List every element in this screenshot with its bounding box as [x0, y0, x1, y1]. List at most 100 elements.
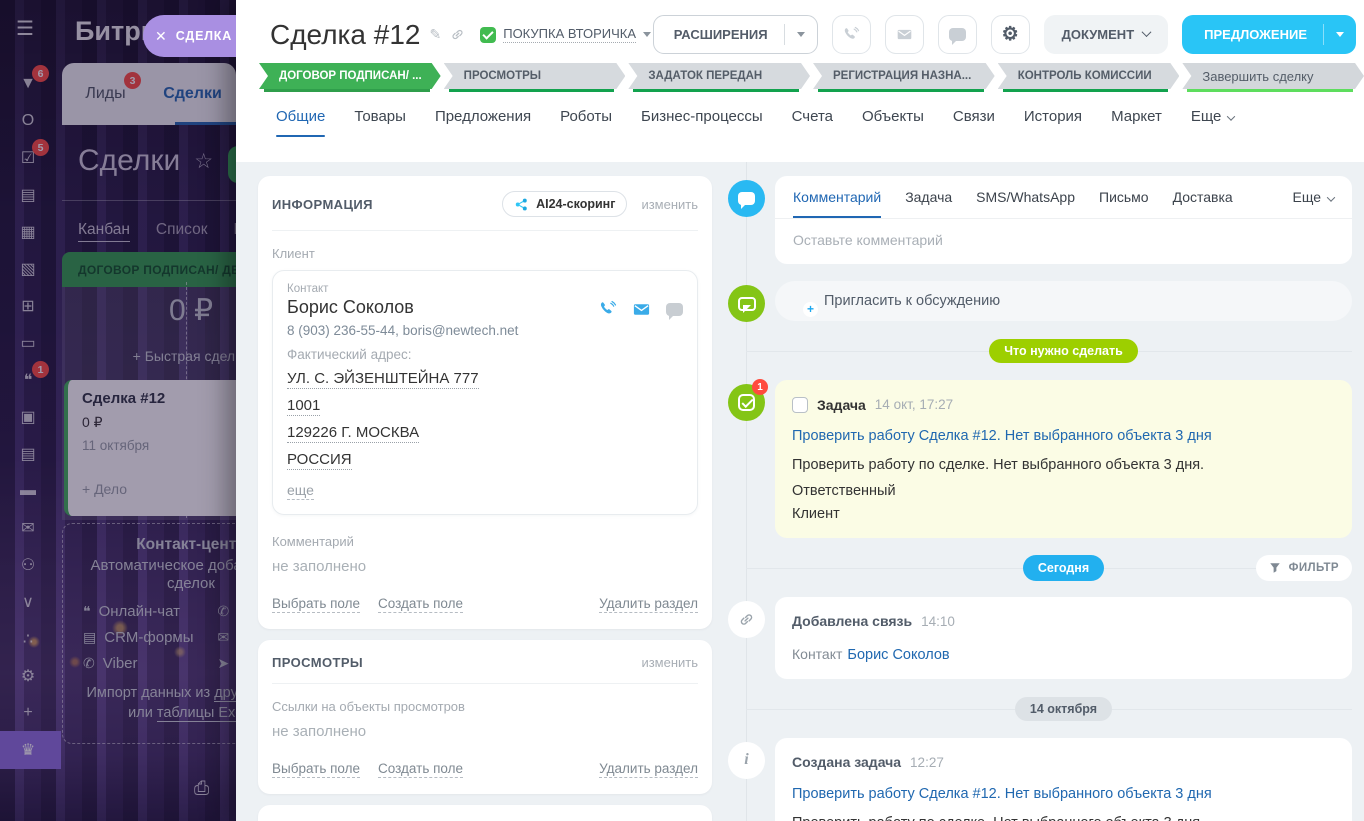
task-checkbox[interactable] — [792, 396, 808, 413]
chevron-down-icon — [1141, 27, 1152, 38]
edit-section-link[interactable]: изменить — [641, 655, 698, 670]
tab[interactable]: Счета — [792, 108, 833, 137]
ai-share-icon — [515, 198, 527, 210]
entry-title: Создана задача — [792, 754, 902, 771]
more-link[interactable]: еще — [287, 482, 314, 500]
gear-icon: ⚙ — [1001, 24, 1019, 45]
date-pill: 14 октября — [1014, 696, 1113, 721]
section-needs: ПОТРЕБНОСТИ изменить — [258, 805, 712, 821]
chevron-down-icon — [643, 32, 652, 37]
address-line[interactable]: РОССИЯ — [287, 451, 352, 470]
task-body: Проверить работу по сделке. Нет выбранно… — [792, 813, 1335, 821]
client-label: Клиент — [792, 505, 840, 522]
invite-button[interactable]: + Пригласить к обсуждению — [775, 281, 1352, 321]
tab[interactable]: Маркет — [1111, 108, 1162, 137]
timeline: Комментарий Задача SMS/WhatsApp Письмо Д… — [712, 162, 1364, 821]
app: ☰ Битрикс24 ▼ 6 О ☑ 5 ▤ — [0, 0, 1364, 821]
pipeline-stage[interactable]: КОНТРОЛЬ КОМИССИИ — [998, 63, 1180, 92]
settings-button[interactable]: ⚙ — [990, 15, 1030, 54]
todo-separator: Что нужно сделать — [746, 338, 1352, 364]
discussion-icon — [728, 285, 765, 322]
delete-section-link[interactable]: Удалить раздел — [599, 596, 698, 613]
copy-link-icon[interactable] — [450, 27, 465, 42]
contact-email-icon[interactable] — [632, 300, 651, 319]
contact-label: Контакт — [792, 645, 843, 662]
composer-tab[interactable]: Комментарий — [793, 189, 882, 218]
todo-pill: Что нужно сделать — [989, 339, 1138, 363]
entry-title: Задача — [817, 396, 866, 413]
pipeline-stage[interactable]: ДОГОВОР ПОДПИСАН/ ... — [259, 63, 441, 92]
select-field-link[interactable]: Выбрать поле — [272, 761, 361, 778]
address-line[interactable]: УЛ. С. ЭЙЗЕНШТЕЙНА 777 — [287, 370, 479, 389]
entry-title: Добавлена связь — [792, 613, 913, 630]
tab[interactable]: Связи — [953, 108, 995, 137]
field-label: Ссылки на объекты просмотров — [272, 699, 465, 714]
pipeline-stage[interactable]: ПРОСМОТРЫ — [444, 63, 626, 92]
document-button[interactable]: ДОКУМЕНТ — [1043, 15, 1169, 54]
pipeline-stage[interactable]: Завершить сделку — [1182, 63, 1364, 92]
offer-dropdown[interactable] — [1324, 15, 1356, 54]
contact-call-icon[interactable] — [598, 300, 617, 319]
pipeline-stage[interactable]: ЗАДАТОК ПЕРЕДАН — [628, 63, 810, 92]
overlay-dim[interactable] — [0, 0, 236, 821]
task-title-link[interactable]: Проверить работу Сделка #12. Нет выбранн… — [792, 785, 1212, 804]
contact-type-label: Контакт — [287, 283, 329, 295]
tab[interactable]: Объекты — [862, 108, 924, 137]
chat-button[interactable] — [937, 15, 977, 54]
tab[interactable]: Товары — [354, 108, 406, 137]
client-card[interactable]: Контакт Борис Соколов 8 (903) 236-55-44,… — [272, 270, 698, 515]
tab[interactable]: Роботы — [560, 108, 612, 137]
call-button[interactable] — [831, 15, 871, 54]
edit-title-icon[interactable]: ✎ — [429, 26, 441, 43]
create-field-link[interactable]: Создать поле — [378, 596, 464, 613]
contact-chat-icon[interactable] — [666, 302, 683, 320]
deal-title: Сделка #12 — [270, 18, 421, 50]
deal-slider-panel: Сделка #12 ✎ ПОКУПКА ВТОРИЧКА РАСШИРЕНИЯ — [236, 0, 1364, 821]
chevron-down-icon — [1336, 32, 1344, 37]
edit-section-link[interactable]: изменить — [641, 197, 698, 212]
filter-button[interactable]: ФИЛЬТР — [1255, 554, 1352, 581]
entry-time: 14:10 — [921, 613, 955, 629]
delete-section-link[interactable]: Удалить раздел — [599, 761, 698, 778]
task-title-link[interactable]: Проверить работу Сделка #12. Нет выбранн… — [792, 427, 1212, 446]
task-counter-badge: 1 — [752, 379, 768, 395]
composer-tab[interactable]: Задача — [905, 189, 952, 218]
chevron-down-icon — [1326, 193, 1336, 202]
tab[interactable]: Бизнес-процессы — [641, 108, 763, 137]
extensions-button[interactable]: РАСШИРЕНИЯ — [652, 15, 818, 54]
link-icon — [728, 600, 765, 638]
tab[interactable]: Общие — [276, 108, 326, 137]
composer-tab[interactable]: Письмо — [1099, 189, 1149, 218]
address-line[interactable]: 129226 Г. МОСКВА — [287, 424, 420, 443]
entry-time: 14 окт, 17:27 — [874, 397, 954, 412]
select-field-link[interactable]: Выбрать поле — [272, 596, 361, 613]
field-label: Клиент — [272, 246, 315, 261]
create-field-link[interactable]: Создать поле — [378, 761, 464, 778]
tab[interactable]: Предложения — [435, 108, 531, 137]
tab[interactable]: Еще — [1191, 108, 1236, 137]
section-title: ПРОСМОТРЫ — [272, 655, 364, 670]
extensions-dropdown[interactable] — [785, 16, 817, 53]
contact-name-link[interactable]: Борис Соколов — [287, 297, 414, 318]
composer-tab[interactable]: Доставка — [1173, 189, 1233, 218]
detail-tabs: Общие Товары Предложения Роботы Бизнес-п… — [236, 92, 1364, 137]
contact-phone-email: 8 (903) 236-55-44, boris@newtech.net — [287, 323, 519, 338]
email-button[interactable] — [884, 15, 924, 54]
ai-scoring-button[interactable]: AI24-скоринг — [502, 191, 628, 217]
comment-field-value[interactable]: не заполнено — [272, 558, 698, 575]
timeline-rail — [746, 162, 747, 821]
pipeline-stage[interactable]: РЕГИСТРАЦИЯ НАЗНА... — [813, 63, 995, 92]
slider-close-chip[interactable]: ✕ СДЕЛКА — [143, 15, 236, 57]
today-pill[interactable]: Сегодня — [1022, 554, 1105, 581]
composer-tab[interactable]: Еще — [1293, 189, 1336, 218]
address-line[interactable]: 1001 — [287, 397, 321, 416]
offer-button[interactable]: ПРЕДЛОЖЕНИЕ — [1182, 15, 1356, 54]
composer-tab[interactable]: SMS/WhatsApp — [976, 189, 1075, 218]
funnel-name: ПОКУПКА ВТОРИЧКА — [503, 26, 637, 43]
tab[interactable]: История — [1024, 108, 1082, 137]
avatar — [1312, 751, 1335, 774]
comment-input[interactable]: Оставьте комментарий — [775, 219, 1352, 264]
contact-link[interactable]: Борис Соколов — [847, 647, 949, 663]
funnel-selector[interactable]: ПОКУПКА ВТОРИЧКА — [480, 26, 652, 43]
field-value[interactable]: не заполнено — [272, 723, 698, 740]
